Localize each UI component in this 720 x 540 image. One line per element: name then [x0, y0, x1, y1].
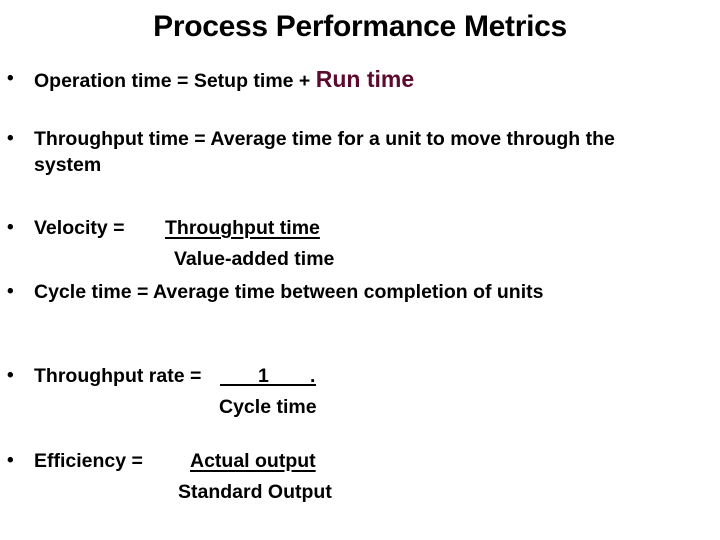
velocity-numerator: Throughput time: [165, 217, 320, 239]
throughput-rate-numerator-trail: .: [310, 365, 316, 387]
efficiency-denominator: Standard Output: [178, 481, 332, 503]
operation-time-text: Operation time = Setup time +: [34, 70, 316, 92]
throughput-rate-denominator: Cycle time: [219, 396, 317, 418]
efficiency-label: Efficiency =: [34, 450, 143, 472]
throughput-rate-label: Throughput rate =: [34, 365, 202, 387]
throughput-time-line1: Throughput time = Average time for a uni…: [34, 128, 615, 150]
bullet-icon: •: [7, 68, 14, 89]
bullet-icon: •: [7, 281, 14, 302]
bullet-icon: •: [7, 217, 14, 238]
efficiency-numerator: Actual output: [190, 450, 316, 472]
bullet-icon: •: [7, 128, 14, 149]
slide: Process Performance Metrics • Operation …: [0, 0, 720, 540]
velocity-label: Velocity =: [34, 217, 125, 239]
cycle-time-text: Cycle time = Average time between comple…: [34, 281, 544, 303]
bullet-icon: •: [7, 365, 14, 386]
run-time-accent: Run time: [315, 66, 415, 92]
bullet-icon: •: [7, 450, 14, 471]
throughput-rate-numerator: 1: [258, 365, 269, 387]
velocity-denominator: Value-added time: [174, 248, 335, 270]
throughput-time-line2: system: [34, 154, 102, 176]
slide-title: Process Performance Metrics: [153, 10, 567, 43]
